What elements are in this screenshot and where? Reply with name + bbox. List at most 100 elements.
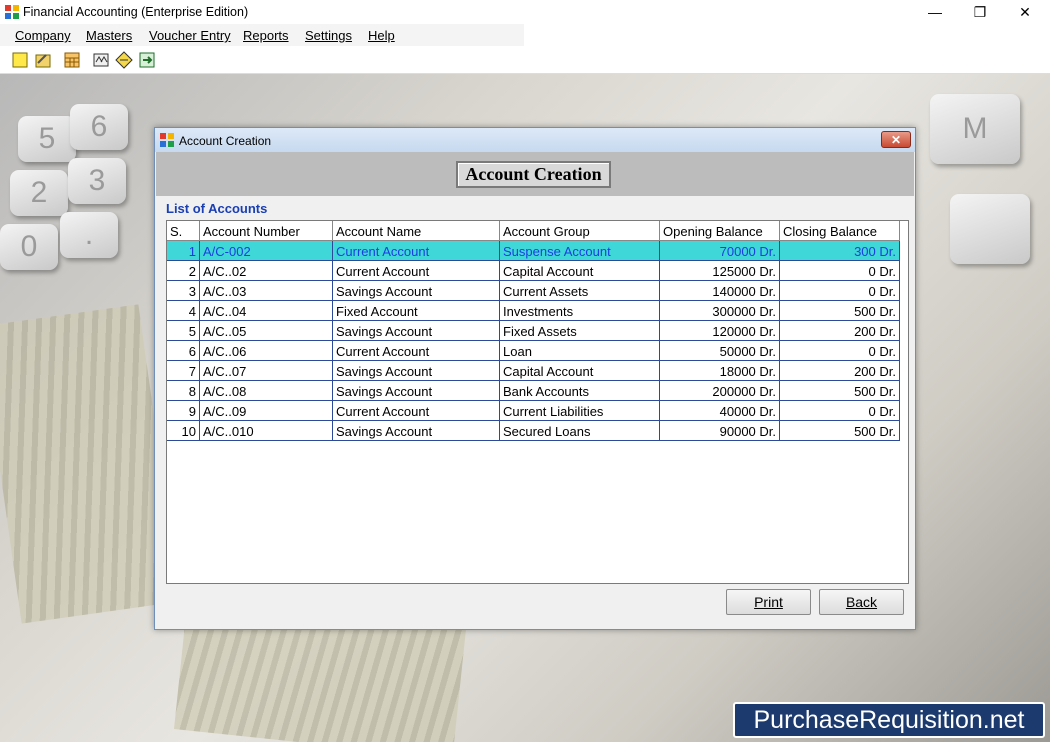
column-header-opening-balance[interactable]: Opening Balance [660,221,780,241]
cell-serial: 10 [167,421,200,441]
dialog-title-bar: Account Creation ✕ [155,128,915,152]
column-header-account-group[interactable]: Account Group [500,221,660,241]
title-bar: Financial Accounting (Enterprise Edition… [0,0,1050,24]
table-row[interactable]: 4 A/C..04 Fixed Account Investments 3000… [167,301,900,321]
cell-account-group: Current Assets [500,281,660,301]
menu-settings[interactable]: Settings [305,28,352,43]
column-header-closing-balance[interactable]: Closing Balance [780,221,900,241]
cell-account-group: Investments [500,301,660,321]
cell-closing-balance: 500 Dr. [780,301,900,321]
app-logo-icon [160,133,174,147]
cell-closing-balance: 0 Dr. [780,341,900,361]
cell-serial: 3 [167,281,200,301]
table-row[interactable]: 1 A/C-002 Current Account Suspense Accou… [167,241,900,261]
cell-opening-balance: 200000 Dr. [660,381,780,401]
table-row[interactable]: 2 A/C..02 Current Account Capital Accoun… [167,261,900,281]
cell-closing-balance: 200 Dr. [780,321,900,341]
cell-account-group: Capital Account [500,361,660,381]
table-row[interactable]: 7 A/C..07 Savings Account Capital Accoun… [167,361,900,381]
background-image: M [930,94,1020,164]
tag-icon[interactable] [115,51,133,69]
column-header-serial[interactable]: S. [167,221,200,241]
table-row[interactable]: 10 A/C..010 Savings Account Secured Loan… [167,421,900,441]
table-row[interactable]: 8 A/C..08 Savings Account Bank Accounts … [167,381,900,401]
cell-closing-balance: 300 Dr. [780,241,900,261]
open-folder-icon[interactable] [34,51,52,69]
background-image [950,194,1030,264]
column-header-account-name[interactable]: Account Name [333,221,500,241]
minimize-button[interactable]: — [912,0,958,24]
back-button[interactable]: Back [819,589,904,615]
new-file-icon[interactable] [11,51,29,69]
column-header-account-number[interactable]: Account Number [200,221,333,241]
cell-closing-balance: 500 Dr. [780,421,900,441]
minimize-icon: — [928,4,942,20]
cell-closing-balance: 0 Dr. [780,281,900,301]
cell-account-name: Current Account [333,341,500,361]
accounts-table[interactable]: S. Account Number Account Name Account G… [166,220,909,584]
cell-account-number: A/C..02 [200,261,333,281]
dialog-header: Account Creation [156,152,914,196]
cell-account-number: A/C..04 [200,301,333,321]
cell-account-name: Current Account [333,401,500,421]
menu-help[interactable]: Help [368,28,395,43]
cell-account-group: Bank Accounts [500,381,660,401]
close-icon: ✕ [890,132,902,147]
cell-serial: 4 [167,301,200,321]
balance-scale-icon[interactable] [92,51,110,69]
cell-account-name: Savings Account [333,281,500,301]
print-button[interactable]: Print [726,589,811,615]
table-row[interactable]: 5 A/C..05 Savings Account Fixed Assets 1… [167,321,900,341]
cell-opening-balance: 125000 Dr. [660,261,780,281]
close-window-button[interactable]: ✕ [1002,0,1048,24]
background-image: 5 [18,116,76,162]
watermark-banner: PurchaseRequisition.net [733,702,1045,738]
cell-account-number: A/C..010 [200,421,333,441]
cell-account-group: Current Liabilities [500,401,660,421]
cell-account-number: A/C..03 [200,281,333,301]
table-row[interactable]: 9 A/C..09 Current Account Current Liabil… [167,401,900,421]
cell-account-group: Secured Loans [500,421,660,441]
dialog-title: Account Creation [179,134,272,148]
cell-opening-balance: 120000 Dr. [660,321,780,341]
cell-opening-balance: 300000 Dr. [660,301,780,321]
cell-account-number: A/C-002 [200,241,333,261]
cell-opening-balance: 18000 Dr. [660,361,780,381]
cell-account-group: Suspense Account [500,241,660,261]
cell-account-name: Fixed Account [333,301,500,321]
cell-account-number: A/C..07 [200,361,333,381]
cell-account-name: Savings Account [333,381,500,401]
cell-opening-balance: 140000 Dr. [660,281,780,301]
cell-account-name: Current Account [333,261,500,281]
cell-serial: 7 [167,361,200,381]
cell-account-name: Savings Account [333,421,500,441]
table-row[interactable]: 3 A/C..03 Savings Account Current Assets… [167,281,900,301]
calendar-icon[interactable] [63,51,81,69]
cell-account-number: A/C..06 [200,341,333,361]
background-image: . [60,212,118,258]
cell-serial: 6 [167,341,200,361]
menu-company[interactable]: Company [15,28,71,43]
background-image: 0 [0,224,58,270]
cell-account-name: Savings Account [333,321,500,341]
cell-opening-balance: 50000 Dr. [660,341,780,361]
cell-opening-balance: 40000 Dr. [660,401,780,421]
cell-opening-balance: 90000 Dr. [660,421,780,441]
cell-account-group: Loan [500,341,660,361]
cell-serial: 2 [167,261,200,281]
dialog-close-button[interactable]: ✕ [881,131,911,148]
cell-account-name: Current Account [333,241,500,261]
menu-bar: Company Masters Voucher Entry Reports Se… [0,24,1050,46]
table-row[interactable]: 6 A/C..06 Current Account Loan 50000 Dr.… [167,341,900,361]
export-icon[interactable] [138,51,156,69]
app-logo-icon [5,5,19,19]
menu-voucher-entry[interactable]: Voucher Entry [149,28,231,43]
menu-reports[interactable]: Reports [243,28,289,43]
cell-serial: 8 [167,381,200,401]
cell-account-name: Savings Account [333,361,500,381]
restore-button[interactable]: ❐ [957,0,1003,24]
menu-masters[interactable]: Masters [86,28,132,43]
cell-closing-balance: 200 Dr. [780,361,900,381]
background-image: 3 [68,158,126,204]
background-image: 2 [10,170,68,216]
